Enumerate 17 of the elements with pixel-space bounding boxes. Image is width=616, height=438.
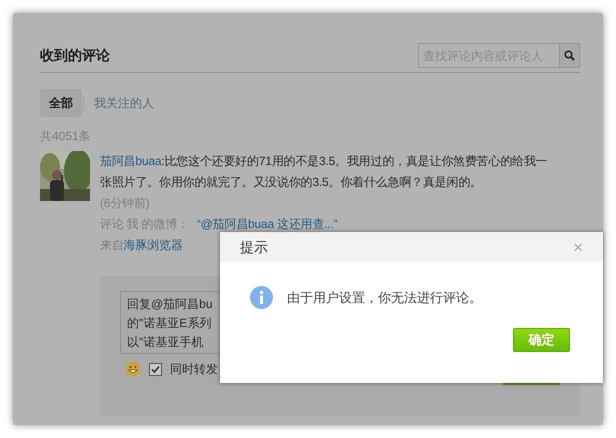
source-link[interactable]: 海豚浏览器 [124,238,183,252]
filter-tab[interactable]: 我关注的人 [85,89,163,117]
search-icon [564,50,575,61]
repost-checkbox[interactable] [149,362,162,376]
comment-text: 茄阿昌buaa:比您这个还要好的71用的不是3.5。我用过的，真是让你煞费苦心的给我一张照片了。你用你的就完了。又没说你的3.5。你着什么急啊？真是闲的。 [100,153,548,191]
info-icon [250,286,273,309]
filter-tab[interactable]: 全部 [40,89,82,117]
author-link[interactable]: 茄阿昌buaa [100,154,162,168]
page-title: 收到的评论 [40,46,110,65]
repost-label: 同时转发 [170,361,218,378]
emoji-icon[interactable] [125,361,141,377]
search-button[interactable] [559,44,579,67]
ok-button[interactable]: 确定 [513,328,570,352]
weibo-link[interactable]: “@茄阿昌buaa 这还用查...” [196,217,338,231]
dialog-message: 由于用户设置，你无法进行评论。 [287,288,482,307]
dialog-title: 提示 [240,238,268,256]
close-button[interactable]: × [573,238,583,256]
